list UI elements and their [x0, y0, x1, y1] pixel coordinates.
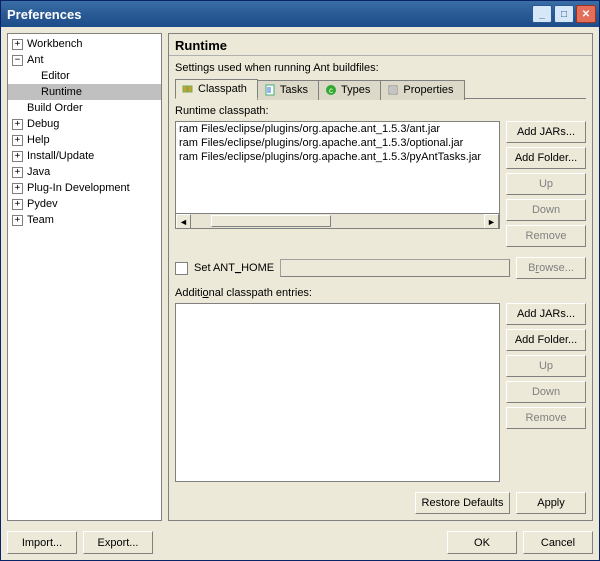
scroll-thumb[interactable]	[211, 215, 331, 227]
up-button-1[interactable]: Up	[506, 173, 586, 195]
tree-item-editor[interactable]: Editor	[8, 68, 161, 84]
collapse-icon[interactable]: −	[12, 55, 23, 66]
tree-item-plug-in-development[interactable]: + Plug-In Development	[8, 180, 161, 196]
runtime-classpath-label: Runtime classpath:	[175, 105, 586, 117]
ant-home-field[interactable]	[280, 259, 510, 277]
tree-item-build-order[interactable]: Build Order	[8, 100, 161, 116]
tree-item-label: Debug	[27, 118, 59, 130]
tree-item-label: Runtime	[41, 86, 82, 98]
restore-defaults-button[interactable]: Restore Defaults	[415, 492, 510, 514]
expand-icon[interactable]: +	[12, 135, 23, 146]
expand-icon[interactable]: +	[12, 151, 23, 162]
types-icon: c	[325, 84, 337, 96]
import-button[interactable]: Import...	[7, 531, 77, 554]
minimize-button[interactable]: _	[532, 5, 552, 23]
expand-icon[interactable]: +	[12, 199, 23, 210]
tree-item-label: Team	[27, 214, 54, 226]
scroll-right-button[interactable]: ►	[484, 214, 499, 229]
remove-button-2[interactable]: Remove	[506, 407, 586, 429]
expand-icon[interactable]: +	[12, 119, 23, 130]
tree-item-workbench[interactable]: + Workbench	[8, 36, 161, 52]
tree-item-label: Pydev	[27, 198, 58, 210]
tree-item-label: Plug-In Development	[27, 182, 130, 194]
tab-tasks[interactable]: Tasks	[257, 80, 319, 100]
classpath-entry[interactable]: ram Files/eclipse/plugins/org.apache.ant…	[176, 122, 499, 136]
scroll-left-button[interactable]: ◄	[176, 214, 191, 229]
down-button-1[interactable]: Down	[506, 199, 586, 221]
down-button-2[interactable]: Down	[506, 381, 586, 403]
tree-item-help[interactable]: + Help	[8, 132, 161, 148]
tree-item-label: Java	[27, 166, 50, 178]
tasks-icon	[264, 84, 276, 96]
apply-button[interactable]: Apply	[516, 492, 586, 514]
classpath-entry[interactable]: ram Files/eclipse/plugins/org.apache.ant…	[176, 150, 499, 164]
set-ant-home-label: Set ANT_HOME	[194, 262, 274, 274]
tab-properties[interactable]: Properties	[380, 80, 464, 100]
tree-item-pydev[interactable]: + Pydev	[8, 196, 161, 212]
additional-classpath-list[interactable]	[175, 303, 500, 482]
tab-types[interactable]: c Types	[318, 80, 381, 100]
set-ant-home-checkbox[interactable]	[175, 262, 188, 275]
browse-button[interactable]: Browse...	[516, 257, 586, 279]
titlebar[interactable]: Preferences _ □ ✕	[1, 1, 599, 27]
tree-item-label: Install/Update	[27, 150, 94, 162]
up-button-2[interactable]: Up	[506, 355, 586, 377]
window-title: Preferences	[7, 7, 532, 22]
properties-icon	[387, 84, 399, 96]
tree-item-java[interactable]: + Java	[8, 164, 161, 180]
scroll-track[interactable]	[191, 214, 484, 228]
tree-item-team[interactable]: + Team	[8, 212, 161, 228]
runtime-panel: Runtime Settings used when running Ant b…	[168, 33, 593, 521]
expand-icon[interactable]: +	[12, 39, 23, 50]
expand-icon[interactable]: +	[12, 167, 23, 178]
export-button[interactable]: Export...	[83, 531, 153, 554]
cancel-button[interactable]: Cancel	[523, 531, 593, 554]
tree-spacer	[26, 71, 37, 82]
expand-icon[interactable]: +	[12, 215, 23, 226]
preferences-window: Preferences _ □ ✕ +Workbench−AntEditorRu…	[0, 0, 600, 561]
runtime-classpath-list[interactable]: ram Files/eclipse/plugins/org.apache.ant…	[175, 121, 500, 229]
maximize-button[interactable]: □	[554, 5, 574, 23]
add-folder-button-1[interactable]: Add Folder...	[506, 147, 586, 169]
tree-spacer	[12, 103, 23, 114]
preferences-tree[interactable]: +Workbench−AntEditorRuntimeBuild Order+D…	[7, 33, 162, 521]
ok-button[interactable]: OK	[447, 531, 517, 554]
tree-item-label: Help	[27, 134, 50, 146]
footer: Import... Export... OK Cancel	[7, 527, 593, 554]
tab-classpath[interactable]: Classpath	[175, 79, 258, 99]
horizontal-scrollbar[interactable]: ◄ ►	[176, 213, 499, 228]
add-jars-button-1[interactable]: Add JARs...	[506, 121, 586, 143]
tree-spacer	[26, 87, 37, 98]
close-button[interactable]: ✕	[576, 5, 596, 23]
expand-icon[interactable]: +	[12, 183, 23, 194]
tree-item-label: Workbench	[27, 38, 82, 50]
tree-item-label: Ant	[27, 54, 44, 66]
svg-text:c: c	[329, 86, 333, 95]
tree-item-label: Build Order	[27, 102, 83, 114]
tabs: Classpath Tasks c Types	[175, 78, 586, 99]
tree-item-debug[interactable]: + Debug	[8, 116, 161, 132]
tree-item-label: Editor	[41, 70, 70, 82]
classpath-icon	[182, 83, 194, 95]
tree-item-runtime[interactable]: Runtime	[8, 84, 161, 100]
additional-classpath-label: Additional classpath entries:	[175, 287, 586, 299]
panel-subtitle: Settings used when running Ant buildfile…	[175, 62, 586, 74]
classpath-entry[interactable]: ram Files/eclipse/plugins/org.apache.ant…	[176, 136, 499, 150]
add-jars-button-2[interactable]: Add JARs...	[506, 303, 586, 325]
panel-title: Runtime	[175, 38, 586, 53]
tree-item-install-update[interactable]: + Install/Update	[8, 148, 161, 164]
tree-item-ant[interactable]: −Ant	[8, 52, 161, 68]
remove-button-1[interactable]: Remove	[506, 225, 586, 247]
add-folder-button-2[interactable]: Add Folder...	[506, 329, 586, 351]
